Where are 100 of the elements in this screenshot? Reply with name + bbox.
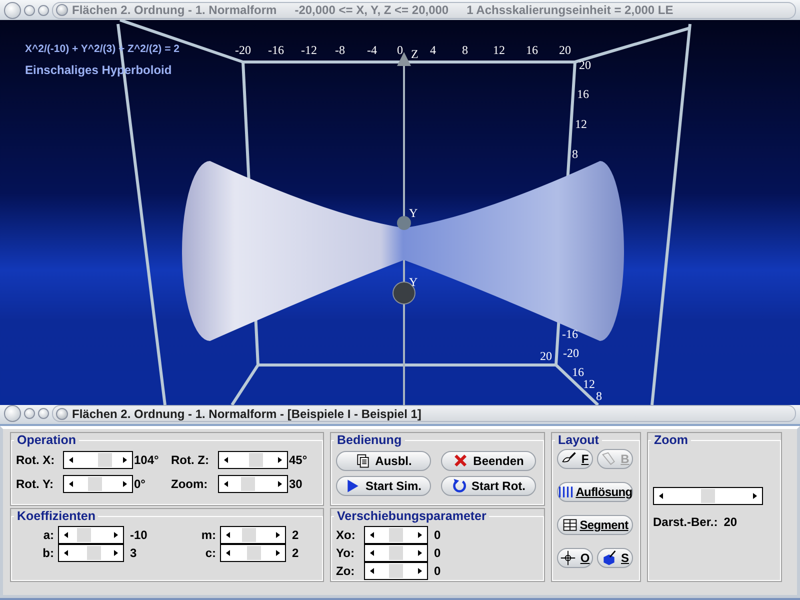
left-arrow-icon[interactable] — [370, 550, 374, 556]
rotate-icon — [452, 478, 468, 494]
left-arrow-icon[interactable] — [659, 493, 663, 499]
scrollbar-slider[interactable] — [364, 544, 428, 562]
table-icon — [562, 517, 578, 533]
slider-label: c: — [204, 546, 216, 560]
left-arrow-icon[interactable] — [69, 457, 73, 463]
slider-thumb[interactable] — [86, 546, 101, 560]
left-arrow-icon[interactable] — [370, 568, 374, 574]
window-button-icon[interactable] — [24, 408, 35, 419]
axis-range-text: -20,000 <= X, Y, Z <= 20,000 — [294, 3, 449, 17]
left-arrow-icon[interactable] — [64, 532, 68, 538]
axis-tick-label: -20 — [235, 43, 251, 57]
scrollbar-slider[interactable] — [63, 451, 133, 469]
slider-thumb[interactable] — [76, 528, 91, 542]
axis-name-label: Y — [409, 275, 418, 289]
right-arrow-icon[interactable] — [123, 457, 127, 463]
slider-value: 0° — [134, 477, 146, 491]
right-arrow-icon[interactable] — [418, 532, 422, 538]
axis-tick-label: -4 — [367, 43, 377, 57]
axis-tick-label: -12 — [301, 43, 317, 57]
scrollbar-slider[interactable] — [58, 526, 124, 544]
zoom-label: Darst.-Ber.: — [653, 515, 718, 529]
slider-value: 30 — [289, 477, 304, 491]
group-title: Verschiebungsparameter — [336, 509, 488, 523]
window-button-icon[interactable] — [24, 4, 35, 16]
group-title: Koeffizienten — [16, 509, 96, 523]
window-menu-icon[interactable] — [56, 408, 68, 420]
axis-tick-label: 12 — [583, 377, 595, 391]
slider-thumb[interactable] — [241, 477, 256, 491]
axis-tick-label: 16 — [577, 87, 589, 101]
scrollbar-slider[interactable] — [220, 544, 286, 562]
right-arrow-icon[interactable] — [753, 493, 757, 499]
left-arrow-icon[interactable] — [226, 550, 230, 556]
scrollbar-slider[interactable] — [63, 475, 133, 493]
scrollbar-slider[interactable] — [58, 544, 124, 562]
right-arrow-icon[interactable] — [276, 550, 280, 556]
right-arrow-icon[interactable] — [418, 550, 422, 556]
scrollbar-slider[interactable] — [218, 475, 288, 493]
axis-tick-label: 8 — [462, 43, 468, 57]
scrollbar-slider[interactable] — [364, 526, 428, 544]
action-button[interactable]: Ausbl. — [336, 451, 431, 471]
slider-thumb[interactable] — [249, 453, 264, 467]
slider-value: 2 — [292, 528, 300, 542]
window-menu-icon[interactable] — [56, 4, 68, 16]
window-button-icon[interactable] — [38, 408, 49, 419]
slider-value: 0 — [434, 546, 442, 560]
group-title: Operation — [16, 433, 78, 447]
scrollbar-slider[interactable] — [653, 487, 763, 505]
axis-tick-label: 4 — [430, 43, 436, 57]
action-button[interactable]: Start Sim. — [336, 476, 431, 496]
slider-thumb[interactable] — [389, 546, 403, 560]
slider-thumb[interactable] — [389, 528, 403, 542]
right-arrow-icon[interactable] — [278, 457, 282, 463]
group-title: Bedienung — [336, 433, 403, 447]
right-arrow-icon[interactable] — [276, 532, 280, 538]
slider-thumb[interactable] — [389, 564, 403, 578]
slider-thumb[interactable] — [98, 453, 112, 467]
axis-tick-label: 12 — [575, 117, 587, 131]
scrollbar-slider[interactable] — [364, 562, 428, 580]
window-button-icon[interactable] — [38, 4, 49, 16]
left-arrow-icon[interactable] — [69, 481, 73, 487]
slider-label: Rot. X: — [16, 453, 56, 467]
slider-label: Xo: — [336, 528, 356, 542]
left-arrow-icon[interactable] — [224, 481, 228, 487]
right-arrow-icon[interactable] — [278, 481, 282, 487]
cube-icon — [601, 550, 617, 566]
window-button-icon[interactable] — [4, 405, 21, 422]
right-arrow-icon[interactable] — [114, 532, 118, 538]
axis-name-label: Z — [411, 47, 418, 61]
action-button[interactable]: Start Rot. — [441, 476, 536, 496]
right-arrow-icon[interactable] — [123, 481, 127, 487]
scrollbar-slider[interactable] — [220, 526, 286, 544]
left-arrow-icon[interactable] — [64, 550, 68, 556]
slider-thumb[interactable] — [701, 489, 715, 503]
layout-button[interactable]: O — [557, 548, 593, 568]
slider-thumb[interactable] — [242, 528, 256, 542]
left-arrow-icon[interactable] — [370, 532, 374, 538]
layout-button[interactable]: S — [597, 548, 633, 568]
window-title: Flächen 2. Ordnung - 1. Normalform — [72, 3, 277, 17]
right-arrow-icon[interactable] — [114, 550, 118, 556]
scrollbar-slider[interactable] — [218, 451, 288, 469]
slider-label: Zo: — [336, 564, 356, 578]
layout-button[interactable]: F — [557, 449, 593, 469]
right-arrow-icon[interactable] — [418, 568, 422, 574]
left-arrow-icon[interactable] — [226, 532, 230, 538]
left-arrow-icon[interactable] — [224, 457, 228, 463]
group-title: Layout — [557, 433, 600, 447]
slider-thumb[interactable] — [246, 546, 261, 560]
layout-button[interactable]: Auflösung — [557, 482, 633, 502]
slider-label: Rot. Z: — [171, 453, 210, 467]
action-button[interactable]: Beenden — [441, 451, 536, 471]
axis-scale-text: 1 Achsskalierungseinheit = 2,000 LE — [466, 3, 674, 17]
slider-thumb[interactable] — [88, 477, 102, 491]
slider-label: m: — [200, 528, 216, 542]
slider-label: Yo: — [336, 546, 356, 560]
axis-name-label: Y — [409, 206, 418, 220]
window-button-icon[interactable] — [4, 2, 21, 18]
slider-label: Zoom: — [171, 477, 209, 491]
layout-button[interactable]: Segment — [557, 515, 633, 535]
